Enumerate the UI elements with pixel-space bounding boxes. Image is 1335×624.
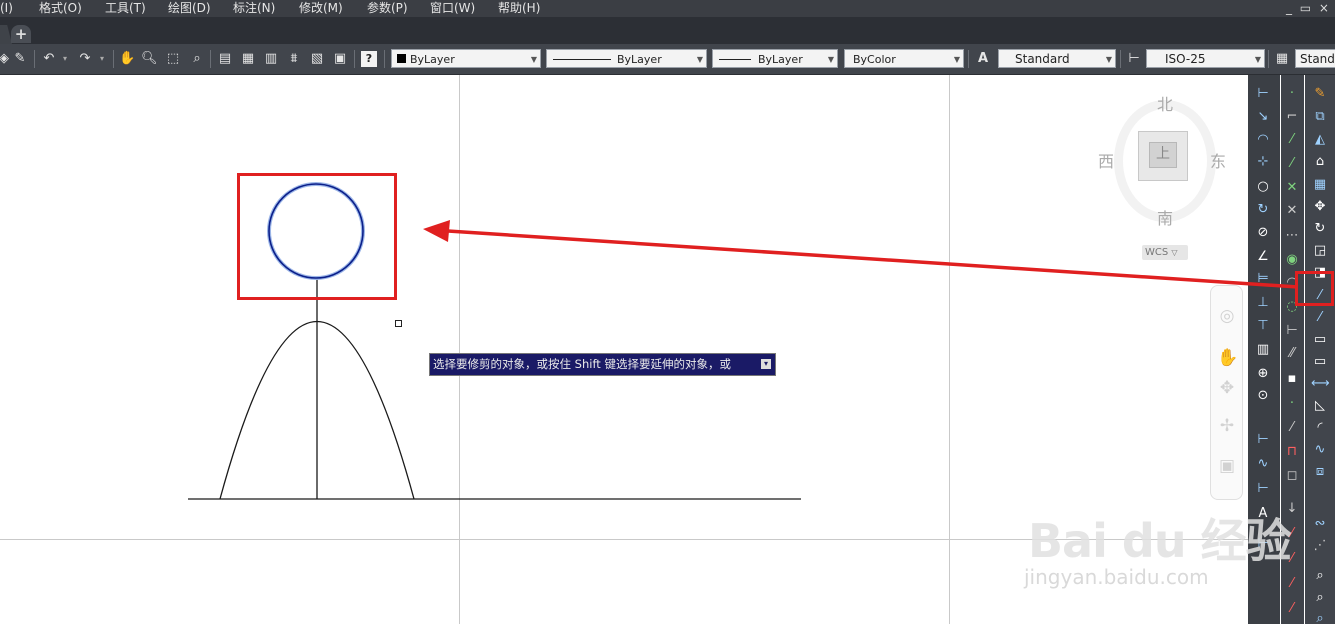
autocad-window: (I) 格式(O) 工具(T) 绘图(D) 标注(N) 修改(M) 参数(P) … [0, 0, 1335, 624]
baidu-watermark-url: jingyan.baidu.com [1024, 565, 1209, 589]
baidu-watermark-logo: Bai du 经验 [1028, 514, 1292, 568]
highlight-box-circle [237, 173, 397, 300]
annotation-arrow-head [423, 220, 450, 242]
annotation-arrow-line [447, 229, 1299, 289]
highlight-box-trim-tool [1295, 271, 1334, 306]
